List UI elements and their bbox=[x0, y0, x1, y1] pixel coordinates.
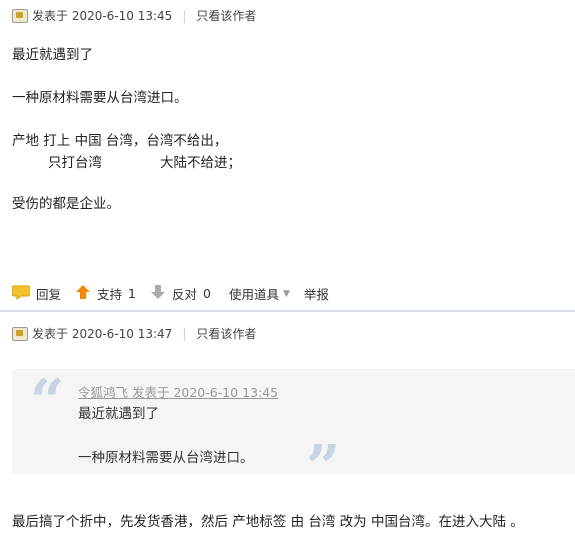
post-body: 最后搞了个折中，先发货香港，然后 产地标签 由 台湾 改为 中国台湾。在进入大陆… bbox=[12, 514, 524, 530]
post-line: 一种原材料需要从台湾进口。 bbox=[12, 90, 188, 106]
chevron-down-icon[interactable]: ▼ bbox=[283, 289, 290, 299]
post-divider bbox=[0, 310, 575, 312]
post-line: 大陆不给进； bbox=[160, 155, 241, 171]
post-line: 产地 打上 中国 台湾，台湾不给出， bbox=[12, 133, 228, 149]
reply-icon bbox=[11, 284, 31, 303]
tools-menu[interactable]: 使用道具 bbox=[229, 284, 279, 303]
oppose-count: 0 bbox=[203, 286, 211, 301]
down-arrow-icon[interactable] bbox=[150, 284, 166, 303]
post-line: 最近就遇到了 bbox=[12, 47, 93, 63]
post-meta: 发表于 2020-6-10 13:45 | 只看该作者 bbox=[12, 7, 256, 24]
quote-line: 最近就遇到了 bbox=[78, 406, 159, 422]
only-author-link[interactable]: 只看该作者 bbox=[196, 7, 256, 24]
meta-separator: | bbox=[182, 326, 187, 341]
post-date: 发表于 2020-6-10 13:47 bbox=[32, 327, 173, 341]
only-author-link[interactable]: 只看该作者 bbox=[196, 325, 256, 342]
thumb-up-arrow-icon[interactable] bbox=[75, 284, 91, 303]
post-line: 受伤的都是企业。 bbox=[12, 196, 120, 212]
meta-separator: | bbox=[182, 8, 187, 23]
close-quote-icon: ” bbox=[306, 433, 341, 503]
open-quote-icon: “ bbox=[30, 367, 65, 437]
oppose-button[interactable]: 反对 bbox=[172, 284, 197, 303]
post-icon bbox=[12, 326, 28, 341]
post-icon bbox=[12, 8, 28, 23]
post-actions: 回复 支持 1 反对 0 使用道具 ▼ 举报 bbox=[11, 284, 329, 303]
post-line: 只打台湾 bbox=[48, 155, 102, 171]
reply-button[interactable]: 回复 bbox=[36, 284, 61, 303]
post-meta: 发表于 2020-6-10 13:47 | 只看该作者 bbox=[12, 325, 256, 342]
quote-author-link[interactable]: 令狐鸿飞 发表于 2020-6-10 13:45 bbox=[78, 382, 278, 401]
post-date: 发表于 2020-6-10 13:45 bbox=[32, 9, 173, 23]
report-link[interactable]: 举报 bbox=[304, 284, 329, 303]
support-count: 1 bbox=[128, 286, 136, 301]
quote-line: 一种原材料需要从台湾进口。 bbox=[78, 450, 254, 466]
support-button[interactable]: 支持 bbox=[97, 284, 122, 303]
